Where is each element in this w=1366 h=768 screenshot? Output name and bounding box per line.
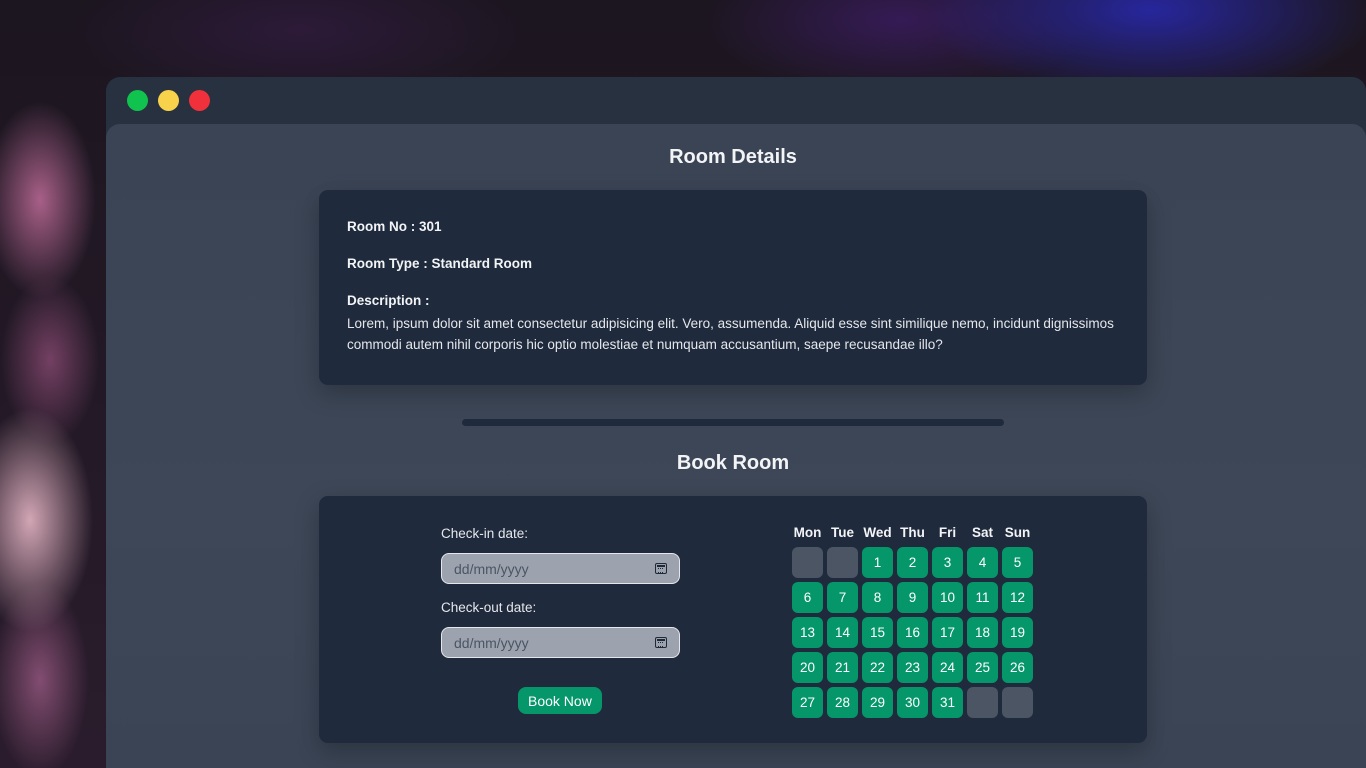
calendar-day[interactable]: 6: [792, 582, 823, 613]
calendar-day[interactable]: 18: [967, 617, 998, 648]
weekday-label: Sat: [971, 525, 993, 540]
calendar-day[interactable]: 23: [897, 652, 928, 683]
window-titlebar: [106, 77, 1366, 124]
calendar-day[interactable]: 1: [862, 547, 893, 578]
weekday-label: Fri: [938, 525, 957, 540]
calendar-day[interactable]: 13: [792, 617, 823, 648]
checkin-date-input[interactable]: dd/mm/yyyy: [441, 553, 680, 584]
room-details-card: Room No : 301 Room Type : Standard Room …: [319, 190, 1147, 385]
weekday-label: Tue: [831, 525, 854, 540]
calendar-day[interactable]: 17: [932, 617, 963, 648]
checkout-date-input[interactable]: dd/mm/yyyy: [441, 627, 680, 658]
calendar-day[interactable]: 24: [932, 652, 963, 683]
calendar-day[interactable]: 26: [1002, 652, 1033, 683]
checkout-placeholder: dd/mm/yyyy: [454, 634, 529, 651]
weekday-label: Mon: [793, 525, 822, 540]
calendar-icon[interactable]: [655, 563, 667, 574]
book-room-title: Book Room: [676, 452, 790, 474]
calendar-day[interactable]: 15: [862, 617, 893, 648]
checkout-label: Check-out date:: [441, 600, 537, 615]
calendar-day[interactable]: 21: [827, 652, 858, 683]
room-details-title: Room Details: [669, 146, 797, 168]
room-number: Room No : 301: [347, 219, 442, 234]
weekday-label: Wed: [863, 525, 892, 540]
calendar-day[interactable]: 22: [862, 652, 893, 683]
calendar-day[interactable]: 5: [1002, 547, 1033, 578]
calendar-day[interactable]: 19: [1002, 617, 1033, 648]
description-label: Description :: [347, 293, 430, 308]
maximize-button[interactable]: [127, 90, 148, 111]
calendar-icon[interactable]: [655, 637, 667, 648]
page-content: Room Details Room No : 301 Room Type : S…: [106, 124, 1366, 768]
booking-form: Check-in date: dd/mm/yyyy Check-out date…: [441, 526, 681, 714]
app-window: Room Details Room No : 301 Room Type : S…: [106, 77, 1366, 768]
calendar-empty-cell: [967, 687, 998, 718]
calendar-day[interactable]: 3: [932, 547, 963, 578]
weekday-label: Thu: [900, 525, 925, 540]
calendar-day[interactable]: 7: [827, 582, 858, 613]
calendar-empty-cell: [1002, 687, 1033, 718]
calendar-day[interactable]: 29: [862, 687, 893, 718]
section-divider: [462, 419, 1004, 426]
calendar-day[interactable]: 9: [897, 582, 928, 613]
availability-calendar: Mon Tue Wed Thu Fri Sat Sun 1 2 3 4 5 6 7 8 9 10 11 12 13 1…: [792, 525, 1037, 718]
description-text: Lorem, ipsum dolor sit amet consectetur …: [347, 316, 1114, 352]
calendar-day[interactable]: 10: [932, 582, 963, 613]
calendar-empty-cell: [792, 547, 823, 578]
calendar-day[interactable]: 11: [967, 582, 998, 613]
calendar-day[interactable]: 16: [897, 617, 928, 648]
calendar-day[interactable]: 27: [792, 687, 823, 718]
calendar-day[interactable]: 25: [967, 652, 998, 683]
calendar-day[interactable]: 20: [792, 652, 823, 683]
calendar-weekday-header: Mon Tue Wed Thu Fri Sat Sun: [792, 525, 1037, 545]
calendar-day[interactable]: 4: [967, 547, 998, 578]
checkin-placeholder: dd/mm/yyyy: [454, 560, 529, 577]
calendar-day-grid: 1 2 3 4 5 6 7 8 9 10 11 12 13 14 15 16 17 18 19 20 21 22 23 24 2…: [792, 547, 1037, 718]
calendar-day[interactable]: 8: [862, 582, 893, 613]
book-now-button[interactable]: Book Now: [518, 687, 602, 714]
calendar-day[interactable]: 28: [827, 687, 858, 718]
calendar-day[interactable]: 31: [932, 687, 963, 718]
calendar-day[interactable]: 30: [897, 687, 928, 718]
weekday-label: Sun: [1004, 525, 1031, 540]
checkin-label: Check-in date:: [441, 526, 529, 541]
minimize-button[interactable]: [158, 90, 179, 111]
calendar-empty-cell: [827, 547, 858, 578]
calendar-day[interactable]: 2: [897, 547, 928, 578]
calendar-day[interactable]: 12: [1002, 582, 1033, 613]
booking-card: Check-in date: dd/mm/yyyy Check-out date…: [319, 496, 1147, 743]
close-button[interactable]: [189, 90, 210, 111]
room-type: Room Type : Standard Room: [347, 256, 533, 271]
calendar-day[interactable]: 14: [827, 617, 858, 648]
